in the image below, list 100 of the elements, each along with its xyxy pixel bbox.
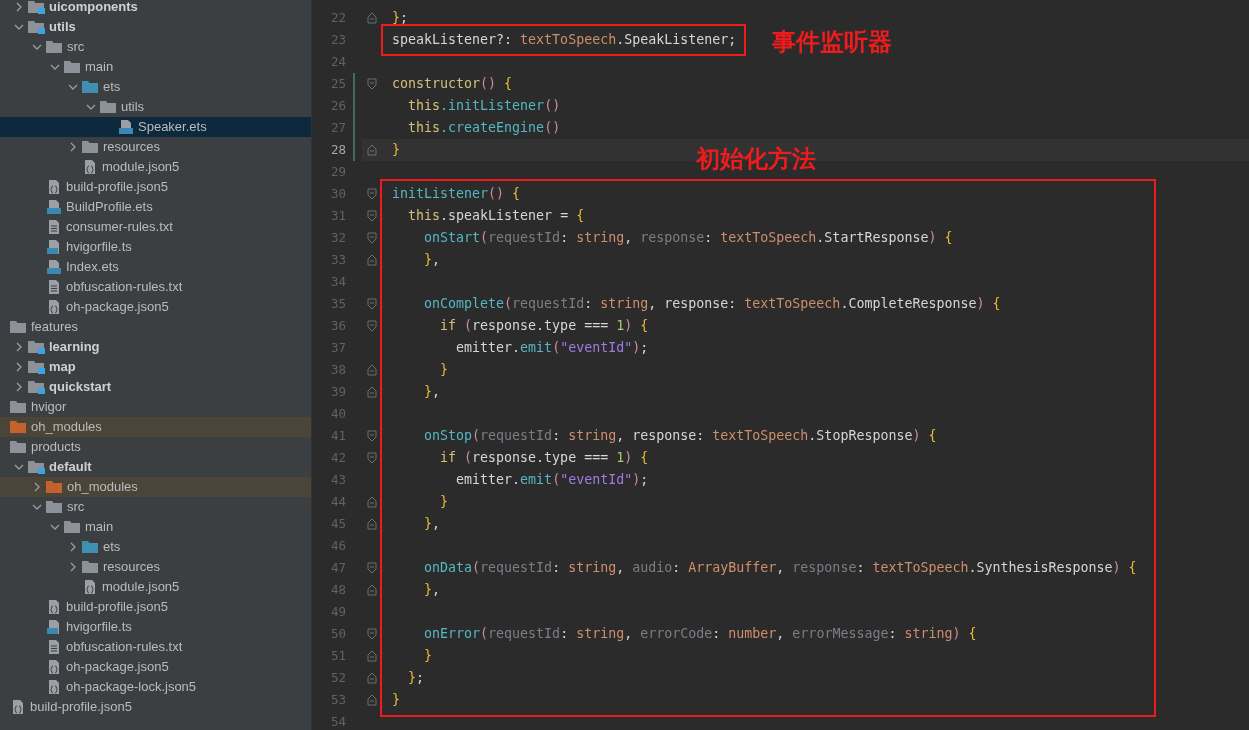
tree-item[interactable]: BuildProfile.ets [0, 197, 311, 217]
tree-item[interactable]: build-profile.json5 [0, 697, 311, 717]
code-line: }, [423, 515, 441, 534]
code-line: this.createEngine() [407, 119, 561, 138]
tree-item-label: build-profile.json5 [66, 598, 168, 617]
fold-marker-icon[interactable] [367, 430, 377, 442]
tree-item[interactable]: learning [0, 337, 311, 357]
chevron-down-icon[interactable] [14, 462, 24, 472]
script-file-icon [46, 619, 62, 635]
tree-item[interactable]: features [0, 317, 311, 337]
code-line: constructor() { [392, 75, 513, 94]
code-line: } [439, 361, 449, 380]
fold-marker-icon[interactable] [367, 12, 377, 24]
tree-item[interactable]: utils [0, 97, 311, 117]
folder-icon [46, 40, 63, 54]
tree-item-label: products [31, 438, 81, 457]
tree-item[interactable]: oh-package-lock.json5 [0, 677, 311, 697]
folder-icon [46, 480, 63, 494]
tree-item-label: oh_modules [31, 418, 102, 437]
tree-item-label: map [49, 358, 76, 377]
tree-item[interactable]: hvigorfile.ts [0, 617, 311, 637]
fold-marker-icon[interactable] [367, 386, 377, 398]
chevron-right-icon[interactable] [32, 482, 42, 492]
tree-item[interactable]: Index.ets [0, 257, 311, 277]
fold-marker-icon[interactable] [367, 672, 377, 684]
tree-item[interactable]: products [0, 437, 311, 457]
code-line: }; [392, 9, 409, 28]
tree-item-label: main [85, 58, 114, 77]
tree-item[interactable]: Speaker.ets [0, 117, 311, 137]
fold-marker-icon[interactable] [367, 364, 377, 376]
module-folder-icon [28, 0, 45, 14]
tree-item-label: ets [103, 538, 121, 557]
tree-item[interactable]: oh-package.json5 [0, 657, 311, 677]
tree-item[interactable]: oh-package.json5 [0, 297, 311, 317]
code-line: onData(requestId: string, audio: ArrayBuffer, response: textToSpeech.SynthesisResponse) { [423, 559, 1137, 578]
script-file-icon [46, 259, 62, 275]
tree-item[interactable]: build-profile.json5 [0, 597, 311, 617]
code-line: onError(requestId: string, errorCode: number, errorMessage: string) { [423, 625, 977, 644]
tree-item[interactable]: consumer-rules.txt [0, 217, 311, 237]
line-number: 52 [329, 668, 346, 687]
chevron-right-icon[interactable] [14, 2, 24, 12]
tree-item[interactable]: default [0, 457, 311, 477]
fold-marker-icon[interactable] [367, 584, 377, 596]
fold-marker-icon[interactable] [367, 298, 377, 310]
tree-item[interactable]: main [0, 517, 311, 537]
tree-item[interactable]: main [0, 57, 311, 77]
tree-item[interactable]: module.json5 [0, 577, 311, 597]
tree-item[interactable]: ets [0, 77, 311, 97]
tree-item[interactable]: quickstart [0, 377, 311, 397]
fold-marker-icon[interactable] [367, 254, 377, 266]
folder-icon [82, 140, 99, 154]
folder-icon [82, 560, 99, 574]
fold-marker-icon[interactable] [367, 452, 377, 464]
line-number: 24 [329, 52, 346, 71]
line-number: 34 [329, 272, 346, 291]
fold-marker-icon[interactable] [367, 188, 377, 200]
code-line: this.speakListener = { [407, 207, 585, 226]
line-number: 42 [329, 448, 346, 467]
tree-item-label: obfuscation-rules.txt [66, 638, 183, 657]
chevron-right-icon[interactable] [68, 142, 78, 152]
folder-icon [64, 60, 81, 74]
fold-marker-icon[interactable] [367, 694, 377, 706]
fold-marker-icon[interactable] [367, 562, 377, 574]
tree-item[interactable]: ets [0, 537, 311, 557]
tree-item[interactable]: module.json5 [0, 157, 311, 177]
tree-item[interactable]: hvigorfile.ts [0, 237, 311, 257]
fold-marker-icon[interactable] [367, 232, 377, 244]
code-line: emitter.emit("eventId"); [455, 339, 649, 358]
fold-marker-icon[interactable] [367, 210, 377, 222]
json-file-icon [46, 679, 62, 695]
tree-item[interactable]: oh_modules [0, 477, 311, 497]
fold-marker-icon[interactable] [367, 628, 377, 640]
tree-item[interactable]: uicomponents [0, 0, 311, 17]
line-number: 41 [329, 426, 346, 445]
annotation-label: 初始化方法 [696, 144, 816, 174]
tree-item[interactable]: utils [0, 17, 311, 37]
tree-item[interactable]: resources [0, 137, 311, 157]
tree-item[interactable]: hvigor [0, 397, 311, 417]
module-folder-icon [28, 460, 45, 474]
tree-item[interactable]: src [0, 497, 311, 517]
tree-item[interactable]: build-profile.json5 [0, 177, 311, 197]
fold-marker-icon[interactable] [367, 144, 377, 156]
line-number: 25 [329, 74, 346, 93]
line-number: 46 [329, 536, 346, 555]
line-number: 27 [329, 118, 346, 137]
tree-item[interactable]: oh_modules [0, 417, 311, 437]
fold-marker-icon[interactable] [367, 320, 377, 332]
script-file-icon [118, 119, 134, 135]
line-number: 37 [329, 338, 346, 357]
fold-marker-icon[interactable] [367, 650, 377, 662]
tree-item-label: utils [121, 98, 145, 117]
tree-item[interactable]: obfuscation-rules.txt [0, 277, 311, 297]
text-file-icon [46, 219, 62, 235]
fold-marker-icon[interactable] [367, 518, 377, 530]
tree-item[interactable]: resources [0, 557, 311, 577]
tree-item[interactable]: obfuscation-rules.txt [0, 637, 311, 657]
fold-marker-icon[interactable] [367, 78, 377, 90]
fold-marker-icon[interactable] [367, 496, 377, 508]
tree-item[interactable]: src [0, 37, 311, 57]
tree-item[interactable]: map [0, 357, 311, 377]
